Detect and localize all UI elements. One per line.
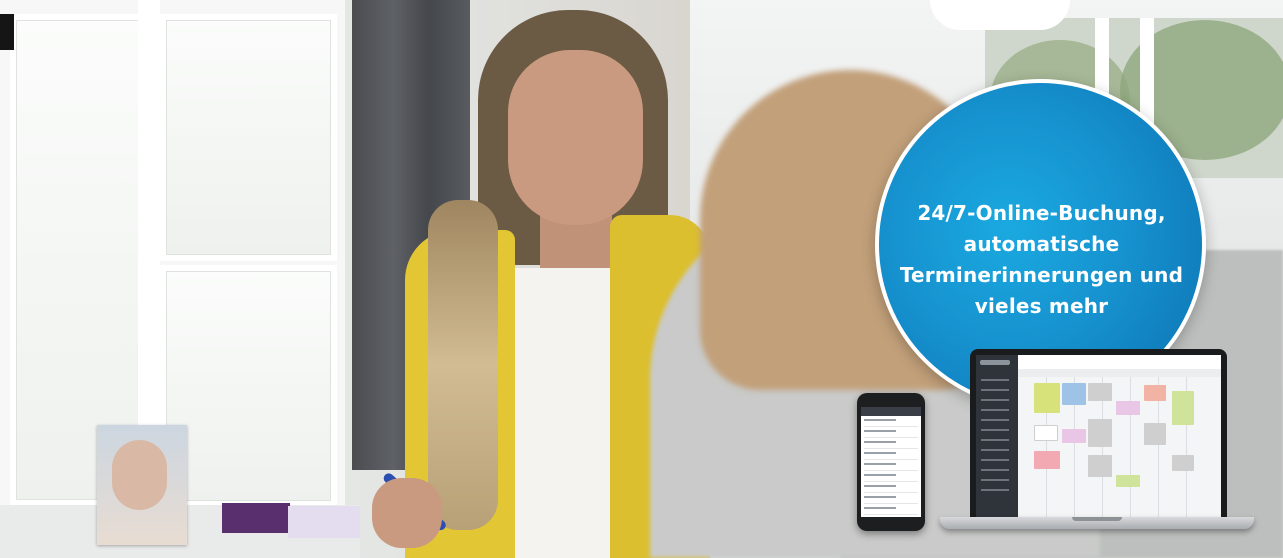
appointment-row: [864, 507, 918, 515]
laptop-mockup: [970, 349, 1227, 519]
hero-banner: 24/7-Online-Buchung, automatische Termin…: [0, 0, 1283, 558]
sidebar-item: [981, 399, 1009, 401]
sidebar-item: [981, 479, 1009, 481]
app-logo: [980, 360, 1010, 365]
calendar-column-headers: [1018, 369, 1221, 377]
promo-headline-line: 24/7-Online-Buchung,: [917, 201, 1166, 225]
sidebar-item: [981, 389, 1009, 391]
promo-headline-line: vieles mehr: [974, 294, 1109, 318]
woman-face: [508, 50, 643, 225]
promo-headline-line: Terminerinnerungen und: [899, 263, 1184, 287]
app-toolbar: [1018, 355, 1221, 370]
sidebar-item: [981, 439, 1009, 441]
promo-headline-line: automatische: [963, 232, 1120, 256]
appointment-row: [864, 463, 918, 471]
sidebar-item: [981, 459, 1009, 461]
calendar-event: [1034, 383, 1060, 413]
poster-portrait: [112, 440, 167, 510]
appointment-row: [864, 430, 918, 438]
appointment-row: [864, 496, 918, 504]
calendar-event: [1088, 383, 1112, 401]
appointment-row: [864, 474, 918, 482]
calendar-event: [1116, 401, 1140, 415]
appointment-row: [864, 441, 918, 449]
laptop-notch: [1072, 517, 1122, 521]
phone-app-header: [861, 407, 921, 416]
window-latch: [0, 14, 14, 50]
calendar-event: [1062, 429, 1086, 443]
appointment-row: [864, 452, 918, 460]
calendar-app-screen: [976, 355, 1221, 517]
sidebar-item: [981, 469, 1009, 471]
calendar-event: [1172, 455, 1194, 471]
braid: [428, 200, 498, 530]
promo-headline: 24/7-Online-Buchung, automatische Termin…: [894, 198, 1189, 322]
window-pane: [160, 14, 337, 261]
calendar-event: [1088, 455, 1112, 477]
calendar-event: [1062, 383, 1086, 405]
appointment-row: [864, 485, 918, 493]
appointment-row: [864, 419, 918, 427]
calendar-event: [1172, 391, 1194, 425]
calendar-event: [1144, 423, 1166, 445]
calendar-event: [1144, 385, 1166, 401]
app-sidebar: [976, 355, 1018, 517]
sidebar-item: [981, 489, 1009, 491]
sidebar-item: [981, 409, 1009, 411]
calendar-event: [1116, 475, 1140, 487]
sidebar-item: [981, 429, 1009, 431]
phone-app-screen: [861, 407, 921, 517]
calendar-event: [1034, 451, 1060, 469]
woman-hand: [372, 478, 442, 548]
calendar-column-divider: [1130, 377, 1131, 517]
ceiling-lamp: [930, 0, 1070, 30]
sidebar-item: [981, 449, 1009, 451]
sidebar-item: [981, 379, 1009, 381]
product-box: [222, 503, 290, 533]
calendar-event: [1088, 419, 1112, 447]
sidebar-item: [981, 419, 1009, 421]
smartphone-mockup: [857, 393, 925, 531]
product-box: [288, 506, 360, 538]
calendar-event: [1034, 425, 1058, 441]
